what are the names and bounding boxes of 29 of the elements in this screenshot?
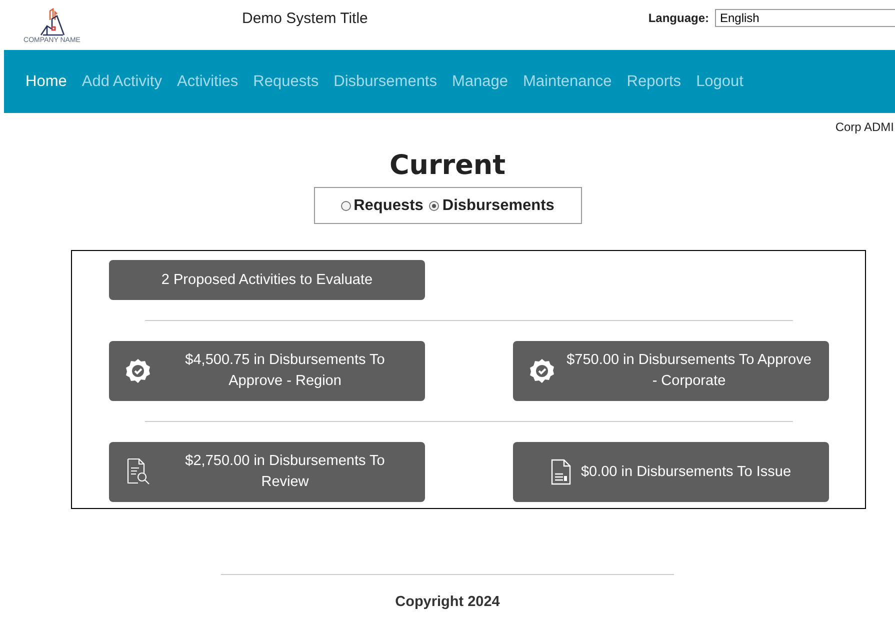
dashboard-button[interactable]: $4,500.75 in Disbursements To Approve - Region bbox=[109, 341, 425, 401]
nav-link[interactable]: Disbursements bbox=[326, 72, 444, 90]
nav-link[interactable]: Logout bbox=[688, 72, 751, 90]
language-field[interactable]: English bbox=[715, 9, 895, 27]
nav-link[interactable]: Maintenance bbox=[516, 72, 620, 90]
dashboard-button[interactable]: $2,750.00 in Disbursements To Review bbox=[109, 442, 425, 502]
copyright: Copyright 2024 bbox=[395, 594, 500, 610]
system-title: Demo System Title bbox=[242, 10, 369, 26]
radio-icon[interactable] bbox=[340, 200, 351, 210]
dashboard-button[interactable]: $0.00 in Disbursements To Issue bbox=[513, 442, 829, 502]
nav-link[interactable]: Manage bbox=[444, 72, 516, 90]
badge-check-icon bbox=[125, 358, 151, 384]
page-heading: Current bbox=[388, 150, 507, 181]
document-search-icon bbox=[125, 458, 151, 486]
nav-link[interactable]: Home bbox=[18, 72, 74, 90]
nav-link[interactable]: Activities bbox=[169, 72, 246, 90]
logo-icon bbox=[39, 8, 65, 36]
document-icon bbox=[550, 459, 571, 485]
nav-link[interactable]: Requests bbox=[246, 72, 326, 90]
nav-link[interactable]: Reports bbox=[619, 72, 689, 90]
nav-link[interactable]: Add Activity bbox=[74, 72, 170, 90]
badge-check-icon bbox=[529, 358, 555, 384]
view-radio[interactable]: Requests bbox=[340, 196, 424, 214]
radio-icon[interactable] bbox=[429, 200, 440, 210]
dashboard-button[interactable]: 2 Proposed Activities to Evaluate bbox=[109, 260, 425, 300]
user-name: Corp ADMI bbox=[835, 120, 894, 134]
dashboard-button[interactable]: $750.00 in Disbursements To Approve - Corporate bbox=[513, 341, 829, 401]
view-radio[interactable]: Disbursements bbox=[429, 196, 554, 214]
language-label: Language: bbox=[648, 11, 709, 25]
